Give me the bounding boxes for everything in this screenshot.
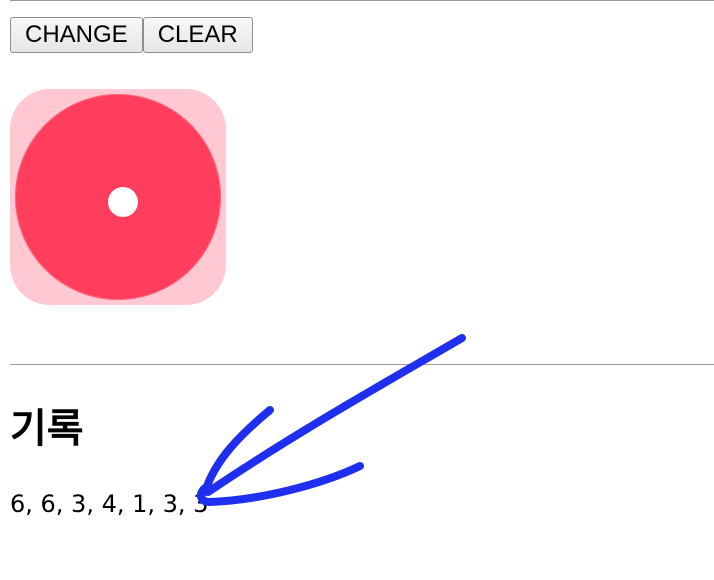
top-divider <box>10 0 714 1</box>
arrow-shaft <box>204 334 466 496</box>
toolbar: CHANGE CLEAR <box>10 17 253 53</box>
change-button[interactable]: CHANGE <box>10 17 143 53</box>
dice-pip <box>108 187 138 217</box>
dice <box>10 89 226 305</box>
arrow-head-right <box>196 462 364 507</box>
arrow-head-left <box>201 406 274 496</box>
history-title: 기록 <box>10 406 84 452</box>
history-values: 6, 6, 3, 4, 1, 3, 3 <box>10 490 209 518</box>
section-divider <box>10 364 714 365</box>
clear-button[interactable]: CLEAR <box>142 17 253 53</box>
dice-face <box>15 94 221 300</box>
